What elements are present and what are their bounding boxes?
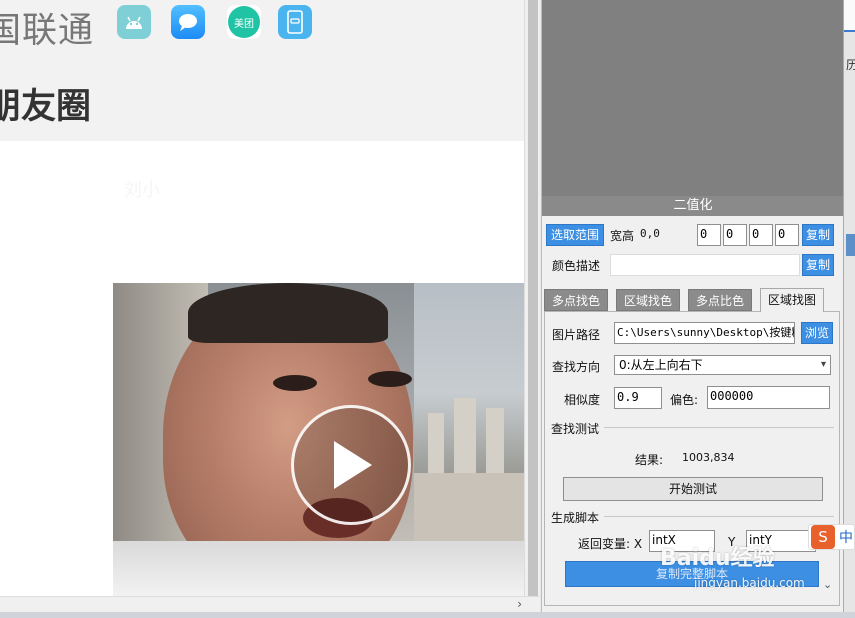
color-desc-label: 颜色描述 (552, 259, 601, 273)
video-thumbnail[interactable] (113, 283, 524, 596)
tab-multi-point-color[interactable]: 多点找色 (544, 289, 608, 311)
offset-input[interactable]: 000000 (707, 386, 830, 409)
direction-label: 查找方向 (552, 360, 601, 374)
similarity-input[interactable]: 0.9 (614, 387, 662, 409)
size-value: 0,0 (640, 227, 660, 240)
vertical-scrollbar[interactable] (524, 0, 540, 598)
copy-color-button[interactable]: 复制 (802, 254, 834, 276)
size-label: 宽高 (610, 229, 635, 243)
test-section-title: 查找测试 (551, 422, 600, 436)
app-name-text: 国联通 (0, 11, 95, 51)
scroll-down-icon[interactable]: ⌄ (823, 578, 832, 591)
background-window-edge: 历 (843, 0, 855, 612)
scrollbar-thumb[interactable] (528, 0, 538, 598)
chevron-down-icon: ▾ (820, 359, 826, 370)
scroll-right-icon[interactable]: › (517, 597, 522, 611)
offset-label: 偏色: (670, 393, 699, 407)
similarity-label: 相似度 (564, 393, 601, 407)
background-window-text: 历 (846, 58, 855, 72)
direction-select[interactable]: 0:从左上向右下 ▾ (614, 355, 831, 375)
moments-title: 朋友圈 (0, 87, 92, 127)
return-var-label: 返回变量: X (578, 537, 643, 551)
coord-x2-input[interactable]: 0 (749, 224, 773, 246)
post-author-name: 刘小 (124, 180, 160, 201)
watermark-logo: Baidu经验 (660, 546, 775, 571)
card-app-icon[interactable] (278, 5, 312, 39)
coord-y1-input[interactable]: 0 (723, 224, 747, 246)
script-section-title: 生成脚本 (551, 511, 600, 525)
image-path-input[interactable]: C:\Users\sunny\Desktop\按键精 (614, 322, 795, 344)
image-path-label: 图片路径 (552, 328, 601, 342)
ime-language-label: 中 (839, 530, 853, 546)
image-preview (542, 0, 844, 196)
messages-app-icon[interactable] (171, 5, 205, 39)
coord-x1-input[interactable]: 0 (697, 224, 721, 246)
meituan-label: 美团 (228, 6, 260, 38)
copy-coords-button[interactable]: 复制 (802, 224, 834, 246)
script-section-divider (604, 516, 834, 517)
panel-title: 二值化 (542, 196, 844, 216)
tab-multi-point-compare[interactable]: 多点比色 (688, 289, 752, 311)
background-window-icon (846, 234, 855, 256)
person-hair (188, 283, 388, 343)
tab-region-image[interactable]: 区域找图 (760, 288, 824, 312)
horizontal-scrollbar[interactable]: › (0, 596, 540, 612)
result-value: 1003,834 (682, 451, 735, 464)
test-section-divider (604, 427, 834, 428)
coord-y2-input[interactable]: 0 (775, 224, 799, 246)
sogou-ime-icon: S (811, 525, 835, 549)
tab-region-color[interactable]: 区域找色 (616, 289, 680, 311)
android-app-icon[interactable] (117, 5, 151, 39)
play-icon[interactable] (291, 405, 411, 525)
start-test-button[interactable]: 开始测试 (563, 477, 823, 501)
select-range-button[interactable]: 选取范围 (546, 224, 604, 246)
tool-panel: 二值化 选取范围 宽高 0,0 0 0 0 0 复制 颜色描述 复制 多点找色 … (541, 0, 844, 612)
person-eye-left (273, 375, 317, 391)
direction-value: 0:从左上向右下 (619, 358, 703, 372)
browse-button[interactable]: 浏览 (801, 322, 833, 344)
watermark-url: jingyan.baidu.com (694, 576, 805, 590)
person-eye-right (368, 371, 412, 387)
phone-screen: 国联通 美团 朋友圈 刘小 (0, 0, 524, 596)
taskbar-strip (0, 612, 855, 618)
color-desc-input[interactable] (610, 254, 800, 276)
background-window-tab (844, 0, 855, 32)
meituan-app-icon[interactable]: 美团 (227, 5, 261, 39)
result-label: 结果: (635, 453, 664, 467)
ime-toolbar[interactable]: S 中 (808, 524, 855, 550)
person-shirt (113, 541, 524, 596)
